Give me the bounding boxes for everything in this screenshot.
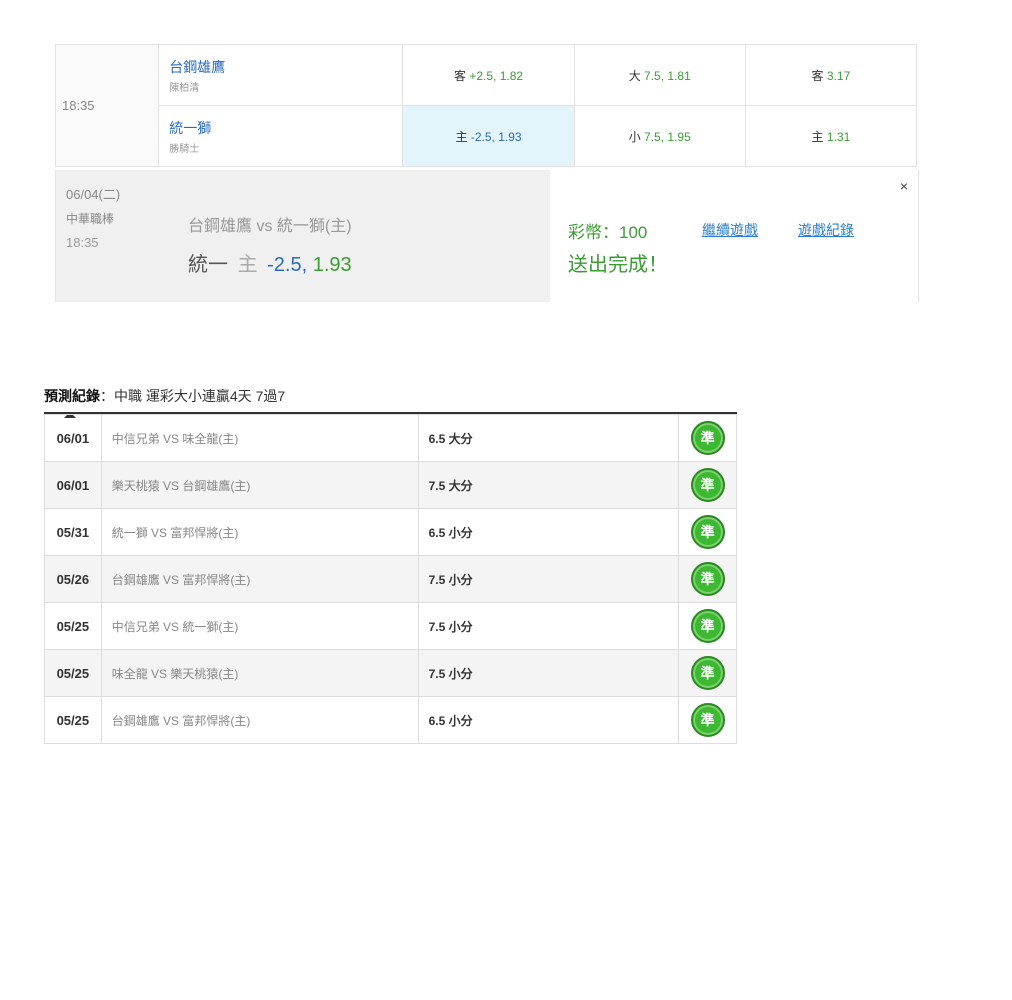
- odds-label: 客: [454, 68, 467, 83]
- record-result: 準: [678, 508, 737, 556]
- record-game: 統一獅 VS 富邦悍將(主): [100, 508, 419, 556]
- record-result: 準: [678, 555, 737, 603]
- ticket-league: 中華職棒: [66, 212, 115, 226]
- table-row: 05/25 台鋼雄鷹 VS 富邦悍將(主) 6.5 小分準: [44, 696, 737, 744]
- ticket-zigzag-edge: [56, 292, 550, 302]
- record-result: 準: [678, 602, 737, 650]
- home-moneyline-odds[interactable]: 主 1.31: [744, 105, 918, 167]
- continue-game-link[interactable]: 繼續遊戲: [702, 220, 758, 240]
- pick-price: 1.93: [312, 254, 352, 276]
- record-date: 05/25: [44, 602, 102, 650]
- close-icon[interactable]: ×: [900, 178, 908, 194]
- coin-amount: 彩幣：100: [568, 223, 648, 242]
- record-date: 05/26: [44, 555, 102, 603]
- bet-confirm-panel: 06/04(二) 中華職棒 18:35 台鋼雄鷹 vs 統一獅(主) 統一 主 …: [55, 170, 919, 302]
- record-pick: 6.5 小分: [417, 696, 680, 744]
- record-game: 中信兄弟 VS 味全龍(主): [100, 414, 419, 462]
- odds-value: 7.5, 1.95: [644, 129, 691, 144]
- home-team-cell: 統一獅 勝騎士: [158, 105, 404, 167]
- pick-team: 統一: [188, 254, 228, 276]
- odds-label: 主: [811, 129, 824, 144]
- match-time: 18:35: [54, 44, 160, 167]
- home-row: 統一獅 勝騎士 主 -2.5, 1.93 小 7.5, 1.95 主 1.31: [56, 105, 918, 167]
- odds-label: 主: [455, 129, 468, 144]
- over-total-odds[interactable]: 大 7.5, 1.81: [573, 44, 746, 106]
- record-pick: 7.5 小分: [417, 649, 680, 697]
- table-row: 05/31 統一獅 VS 富邦悍將(主) 6.5 小分準: [44, 508, 737, 556]
- record-title: 預測紀錄：中職 運彩大小連贏4天 7過7: [44, 386, 286, 418]
- odds-label: 大: [628, 68, 641, 83]
- away-moneyline-odds[interactable]: 客 3.17: [744, 44, 918, 106]
- odds-value: -2.5, 1.93: [470, 129, 522, 144]
- correct-badge-icon: 準: [690, 468, 725, 502]
- record-result: 準: [678, 414, 737, 462]
- ticket-time: 18:35: [66, 235, 99, 250]
- record-pick: 7.5 小分: [417, 602, 680, 650]
- pick-line: -2.5,: [267, 254, 308, 276]
- table-row: 06/01 中信兄弟 VS 味全龍(主) 6.5 大分準: [44, 414, 737, 462]
- correct-badge-icon: 準: [690, 562, 725, 596]
- bet-ticket: 06/04(二) 中華職棒 18:35 台鋼雄鷹 vs 統一獅(主) 統一 主 …: [56, 170, 550, 302]
- table-row: 05/25 中信兄弟 VS 統一獅(主) 7.5 小分準: [44, 602, 737, 650]
- away-spread-odds[interactable]: 客 +2.5, 1.82: [402, 44, 575, 106]
- record-result: 準: [678, 649, 737, 697]
- table-row: 05/26 台鋼雄鷹 VS 富邦悍將(主) 7.5 小分準: [44, 555, 737, 603]
- odds-label: 小: [628, 129, 641, 144]
- odds-label: 客: [811, 68, 824, 83]
- record-title-bold: 預測紀錄: [44, 388, 100, 404]
- odds-value: 1.31: [826, 129, 851, 144]
- correct-badge-icon: 準: [690, 703, 725, 737]
- ticket-matchup: 台鋼雄鷹 vs 統一獅(主): [188, 218, 352, 235]
- away-team-name: 台鋼雄鷹: [169, 58, 226, 75]
- record-result: 準: [678, 696, 737, 744]
- record-pick: 7.5 小分: [417, 555, 680, 603]
- odds-value: 3.17: [826, 68, 851, 83]
- record-game: 台鋼雄鷹 VS 富邦悍將(主): [100, 555, 419, 603]
- correct-badge-icon: 準: [690, 515, 725, 549]
- under-total-odds[interactable]: 小 7.5, 1.95: [573, 105, 746, 167]
- away-row: 18:35 台鋼雄鷹 陳柏清 客 +2.5, 1.82 大 7.5, 1.81 …: [54, 44, 918, 167]
- record-game: 樂天桃猿 VS 台鋼雄鷹(主): [100, 461, 419, 509]
- record-date: 05/25: [44, 649, 102, 697]
- submit-status: 送出完成！: [568, 254, 668, 276]
- away-team-cell: 台鋼雄鷹 陳柏清: [158, 44, 404, 106]
- record-title-rest: ：中職 運彩大小連贏4天 7過7: [100, 388, 286, 404]
- correct-badge-icon: 準: [690, 421, 725, 455]
- home-pitcher: 勝騎士: [169, 143, 200, 155]
- away-pitcher: 陳柏清: [169, 82, 200, 94]
- record-game: 台鋼雄鷹 VS 富邦悍將(主): [100, 696, 419, 744]
- record-game: 味全龍 VS 樂天桃猿(主): [100, 649, 419, 697]
- record-date: 06/01: [44, 414, 102, 462]
- correct-badge-icon: 準: [690, 656, 725, 690]
- confirm-result: 彩幣：100 送出完成！ 繼續遊戲 遊戲紀錄 ×: [550, 170, 918, 302]
- record-date: 05/31: [44, 508, 102, 556]
- record-table: 06/01 中信兄弟 VS 味全龍(主) 6.5 大分準 06/01 樂天桃猿 VS 台…: [44, 414, 737, 744]
- correct-badge-icon: 準: [690, 609, 725, 643]
- home-spread-odds-selected[interactable]: 主 -2.5, 1.93: [402, 105, 575, 167]
- ticket-pick: 統一 主 -2.5, 1.93: [188, 248, 352, 277]
- record-game: 中信兄弟 VS 統一獅(主): [100, 602, 419, 650]
- odds-value: 7.5, 1.81: [644, 68, 691, 83]
- odds-value: +2.5, 1.82: [469, 68, 524, 83]
- table-row: 05/25 味全龍 VS 樂天桃猿(主) 7.5 小分準: [44, 649, 737, 697]
- record-pick: 6.5 大分: [417, 414, 680, 462]
- record-date: 05/25: [44, 696, 102, 744]
- home-team-name: 統一獅: [169, 119, 212, 136]
- ticket-date: 06/04(二): [66, 187, 121, 202]
- game-history-link[interactable]: 遊戲紀錄: [798, 220, 854, 240]
- record-pick: 6.5 小分: [417, 508, 680, 556]
- table-row: 06/01 樂天桃猿 VS 台鋼雄鷹(主) 7.5 大分準: [44, 461, 737, 509]
- record-date: 06/01: [44, 461, 102, 509]
- match-odds-table: 18:35 台鋼雄鷹 陳柏清 客 +2.5, 1.82 大 7.5, 1.81 …: [54, 44, 918, 167]
- pick-side: 主: [237, 254, 258, 276]
- record-pick: 7.5 大分: [417, 461, 680, 509]
- record-result: 準: [678, 461, 737, 509]
